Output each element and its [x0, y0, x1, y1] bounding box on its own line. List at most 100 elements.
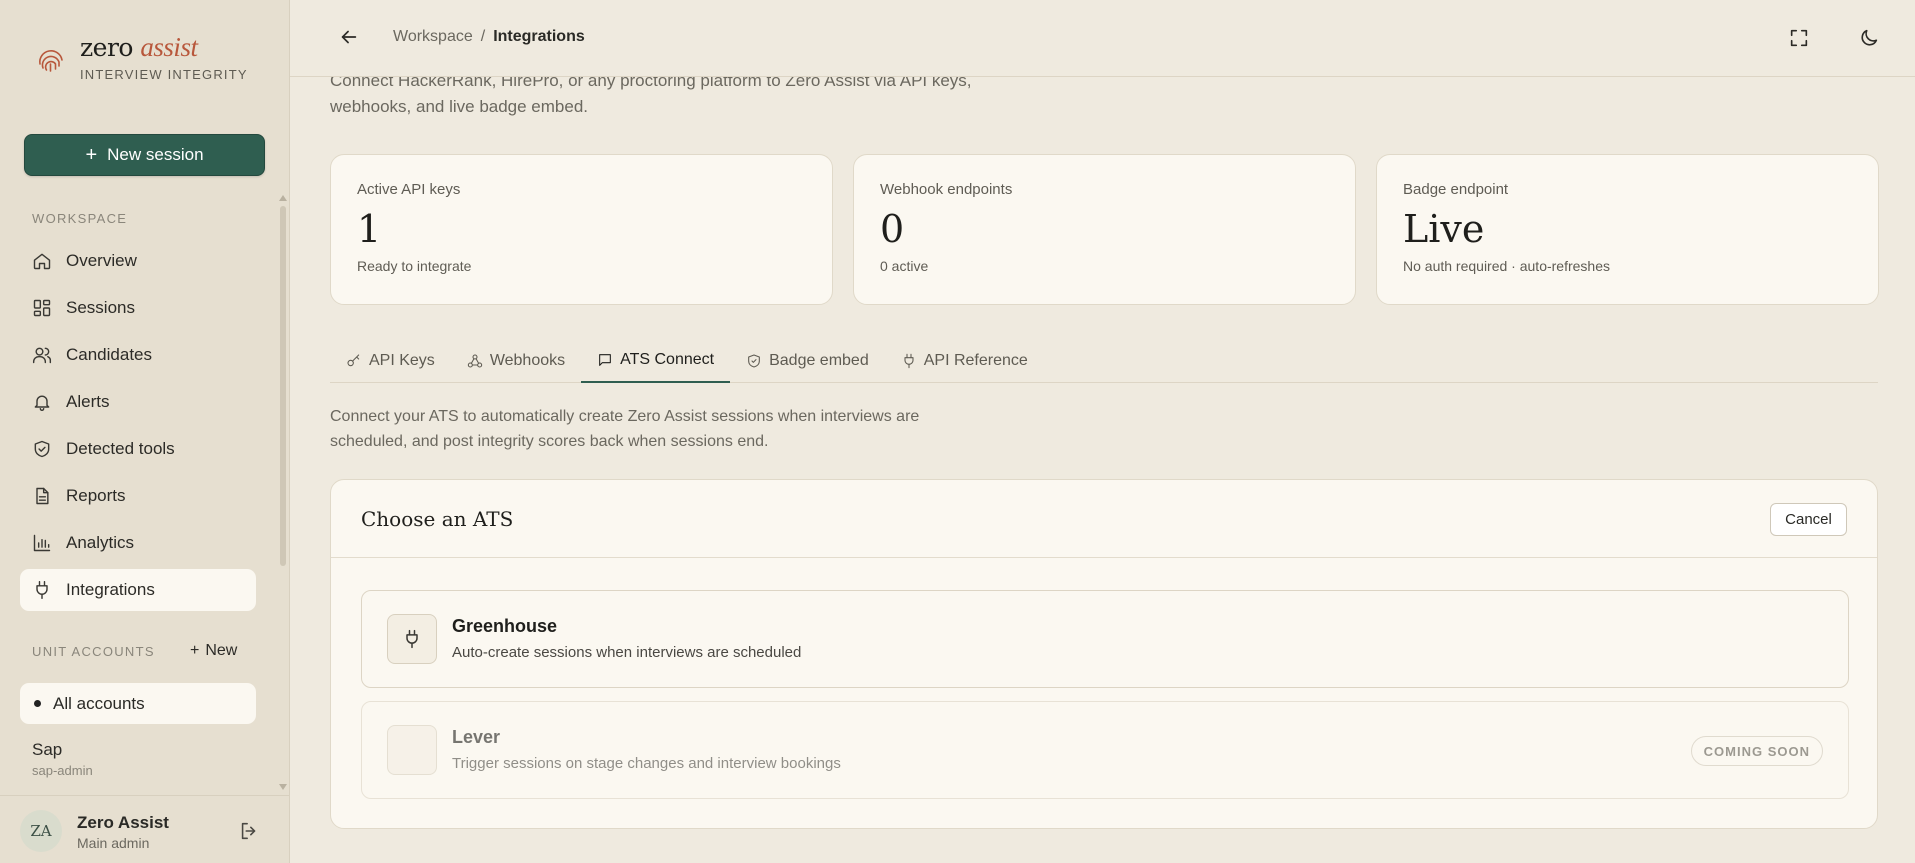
plus-icon: +: [190, 642, 200, 659]
new-unit-account-button[interactable]: + New: [190, 642, 237, 660]
sidebar-item-integrations[interactable]: Integrations: [20, 569, 256, 611]
tab-label: Webhooks: [489, 351, 566, 369]
ats-option-greenhouse[interactable]: Greenhouse Auto-create sessions when int…: [361, 590, 1849, 688]
ats-sub: Auto-create sessions when interviews are…: [452, 644, 802, 661]
coming-soon-badge: COMING SOON: [1690, 736, 1823, 766]
sidebar-item-label: Candidates: [66, 345, 153, 364]
stat-label: Active API keys: [357, 181, 461, 198]
scroll-down-arrow-icon[interactable]: [279, 784, 287, 790]
tab-label: API Keys: [369, 351, 435, 369]
users-icon: [32, 347, 52, 364]
top-bar: Workspace / Integrations: [290, 0, 1915, 77]
sidebar-item-detected-tools[interactable]: Detected tools: [20, 428, 256, 470]
grid-icon: [33, 299, 51, 317]
breadcrumb: Workspace / Integrations: [393, 28, 585, 46]
scroll-up-arrow-icon[interactable]: [279, 195, 287, 201]
cancel-button[interactable]: Cancel: [1770, 503, 1847, 536]
ats-icon-box: [387, 725, 437, 775]
ats-option-lever: Lever Trigger sessions on stage changes …: [361, 701, 1849, 799]
plug-icon: [904, 353, 914, 368]
ats-description: Connect your ATS to automatically create…: [330, 408, 920, 450]
breadcrumb-separator: /: [480, 28, 486, 45]
sidebar-item-sessions[interactable]: Sessions: [20, 287, 256, 329]
sidebar-item-label: Alerts: [66, 392, 110, 411]
all-accounts-item[interactable]: All accounts: [20, 683, 256, 724]
panel-title: Choose an ATS: [361, 507, 514, 531]
new-session-label: New session: [107, 145, 204, 164]
stat-card-webhooks: Webhook endpoints 0 0 active: [853, 154, 1356, 305]
account-sub: sap-admin: [32, 763, 93, 778]
ats-sub: Trigger sessions on stage changes and in…: [452, 755, 841, 772]
fullscreen-icon: [1790, 29, 1808, 47]
tab-ats-connect[interactable]: ATS Connect: [581, 338, 731, 383]
ats-name: Lever: [452, 727, 501, 747]
brand[interactable]: zero assist INTERVIEW INTEGRITY: [34, 30, 248, 82]
stat-label: Badge endpoint: [1403, 181, 1509, 198]
stat-sub: Ready to integrate: [357, 258, 472, 274]
user-role: Main admin: [77, 835, 150, 851]
account-name: Sap: [32, 740, 63, 759]
back-button[interactable]: [338, 26, 362, 50]
user-name: Zero Assist: [77, 813, 169, 832]
sidebar-item-label: Reports: [66, 486, 126, 505]
stat-label: Webhook endpoints: [880, 181, 1013, 198]
sidebar-item-reports[interactable]: Reports: [20, 475, 256, 517]
workspace-section-label: WORKSPACE: [32, 211, 128, 226]
sidebar-item-label: Detected tools: [66, 439, 175, 458]
stat-card-badge-endpoint: Badge endpoint Live No auth required · a…: [1376, 154, 1879, 305]
all-accounts-label: All accounts: [53, 693, 145, 713]
user-profile-bar: ZA Zero Assist Main admin: [0, 795, 289, 863]
webhook-icon: [467, 353, 483, 368]
stat-value: Live: [1403, 207, 1485, 251]
document-icon: [36, 487, 49, 505]
shield-icon: [748, 353, 760, 368]
message-icon: [599, 353, 611, 366]
sidebar-item-label: Sessions: [66, 298, 135, 317]
sidebar-item-label: Integrations: [66, 580, 155, 599]
tab-webhooks[interactable]: Webhooks: [451, 338, 581, 383]
panel-header: Choose an ATS Cancel: [331, 480, 1877, 558]
bar-chart-icon: [33, 534, 51, 552]
plug-icon: [406, 629, 418, 649]
sidebar: zero assist INTERVIEW INTEGRITY + New se…: [0, 0, 290, 863]
integration-tabs: API Keys Webhooks ATS Connect Badge embe…: [330, 338, 1878, 383]
tab-badge-embed[interactable]: Badge embed: [730, 338, 885, 383]
fingerprint-icon: [39, 50, 63, 72]
arrow-left-icon: [341, 30, 357, 44]
logout-icon: [241, 822, 256, 840]
sidebar-item-overview[interactable]: Overview: [20, 240, 256, 282]
brand-tagline: INTERVIEW INTEGRITY: [80, 67, 248, 82]
stat-sub: No auth required · auto-refreshes: [1403, 258, 1610, 274]
sidebar-item-alerts[interactable]: Alerts: [20, 381, 256, 423]
unit-accounts-section-label: UNIT ACCOUNTS: [32, 644, 155, 659]
sidebar-item-analytics[interactable]: Analytics: [20, 522, 256, 564]
brand-name: zero assist: [80, 32, 198, 62]
stat-value: 0: [880, 207, 905, 251]
theme-toggle-button[interactable]: [1858, 27, 1882, 51]
stat-value: 1: [357, 207, 382, 251]
selected-dot-icon: [34, 700, 41, 707]
tab-label: ATS Connect: [620, 350, 715, 368]
avatar[interactable]: ZA: [20, 810, 62, 852]
tab-api-reference[interactable]: API Reference: [885, 338, 1044, 383]
logout-button[interactable]: [238, 820, 260, 842]
tab-label: API Reference: [923, 351, 1028, 369]
plug-icon: [36, 580, 48, 600]
ats-name: Greenhouse: [452, 616, 558, 636]
account-item-sap[interactable]: Sap sap-admin: [32, 740, 93, 778]
stat-sub: 0 active: [880, 258, 929, 274]
tab-api-keys[interactable]: API Keys: [330, 338, 451, 383]
stat-card-api-keys: Active API keys 1 Ready to integrate: [330, 154, 833, 305]
breadcrumb-current: Integrations: [493, 28, 585, 45]
moon-icon: [1861, 29, 1878, 46]
fullscreen-button[interactable]: [1788, 27, 1812, 51]
choose-ats-panel: Choose an ATS Cancel Greenhouse Auto-cre…: [330, 479, 1878, 829]
sidebar-item-candidates[interactable]: Candidates: [20, 334, 256, 376]
sidebar-nav: Overview Sessions Candidates Alerts Dete…: [20, 240, 256, 616]
bell-icon: [34, 395, 50, 411]
breadcrumb-workspace[interactable]: Workspace: [393, 28, 473, 46]
sidebar-scrollbar-thumb[interactable]: [280, 206, 286, 566]
sidebar-item-label: Overview: [66, 251, 137, 270]
tab-label: Badge embed: [769, 351, 869, 369]
new-session-button[interactable]: + New session: [24, 134, 265, 176]
